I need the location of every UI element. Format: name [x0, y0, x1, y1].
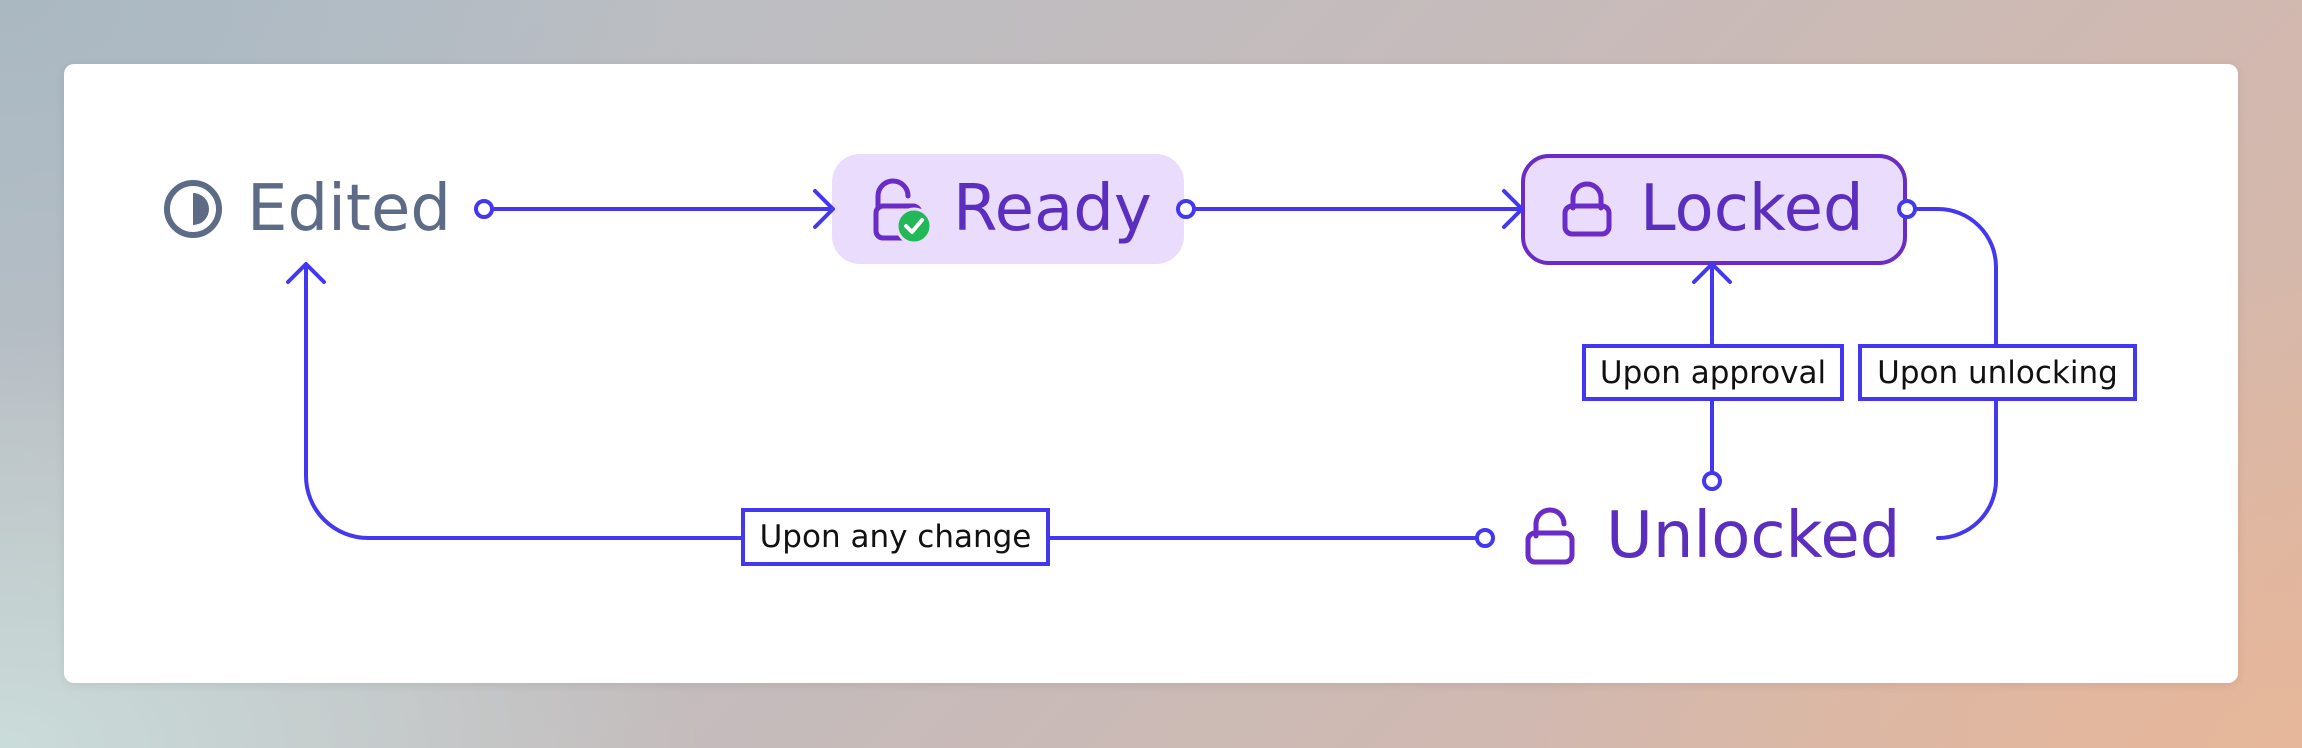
ready-label: Ready — [953, 172, 1152, 246]
unlock-icon — [1525, 507, 1575, 565]
half-circle-icon — [164, 180, 222, 238]
upon-unlocking-label: Upon unlocking — [1858, 344, 2137, 401]
edge-unlocked-to-edited — [304, 264, 1479, 540]
port-edited — [474, 199, 494, 219]
upon-approval-label: Upon approval — [1582, 344, 1844, 401]
unlocked-label: Unlocked — [1606, 499, 1901, 573]
edited-label: Edited — [247, 172, 451, 246]
port-ready — [1176, 199, 1196, 219]
port-unlocked-left — [1475, 528, 1495, 548]
locked-label: Locked — [1640, 172, 1864, 246]
port-locked — [1897, 199, 1917, 219]
upon-any-change-label: Upon any change — [741, 508, 1050, 566]
port-unlocked-top — [1702, 471, 1722, 491]
